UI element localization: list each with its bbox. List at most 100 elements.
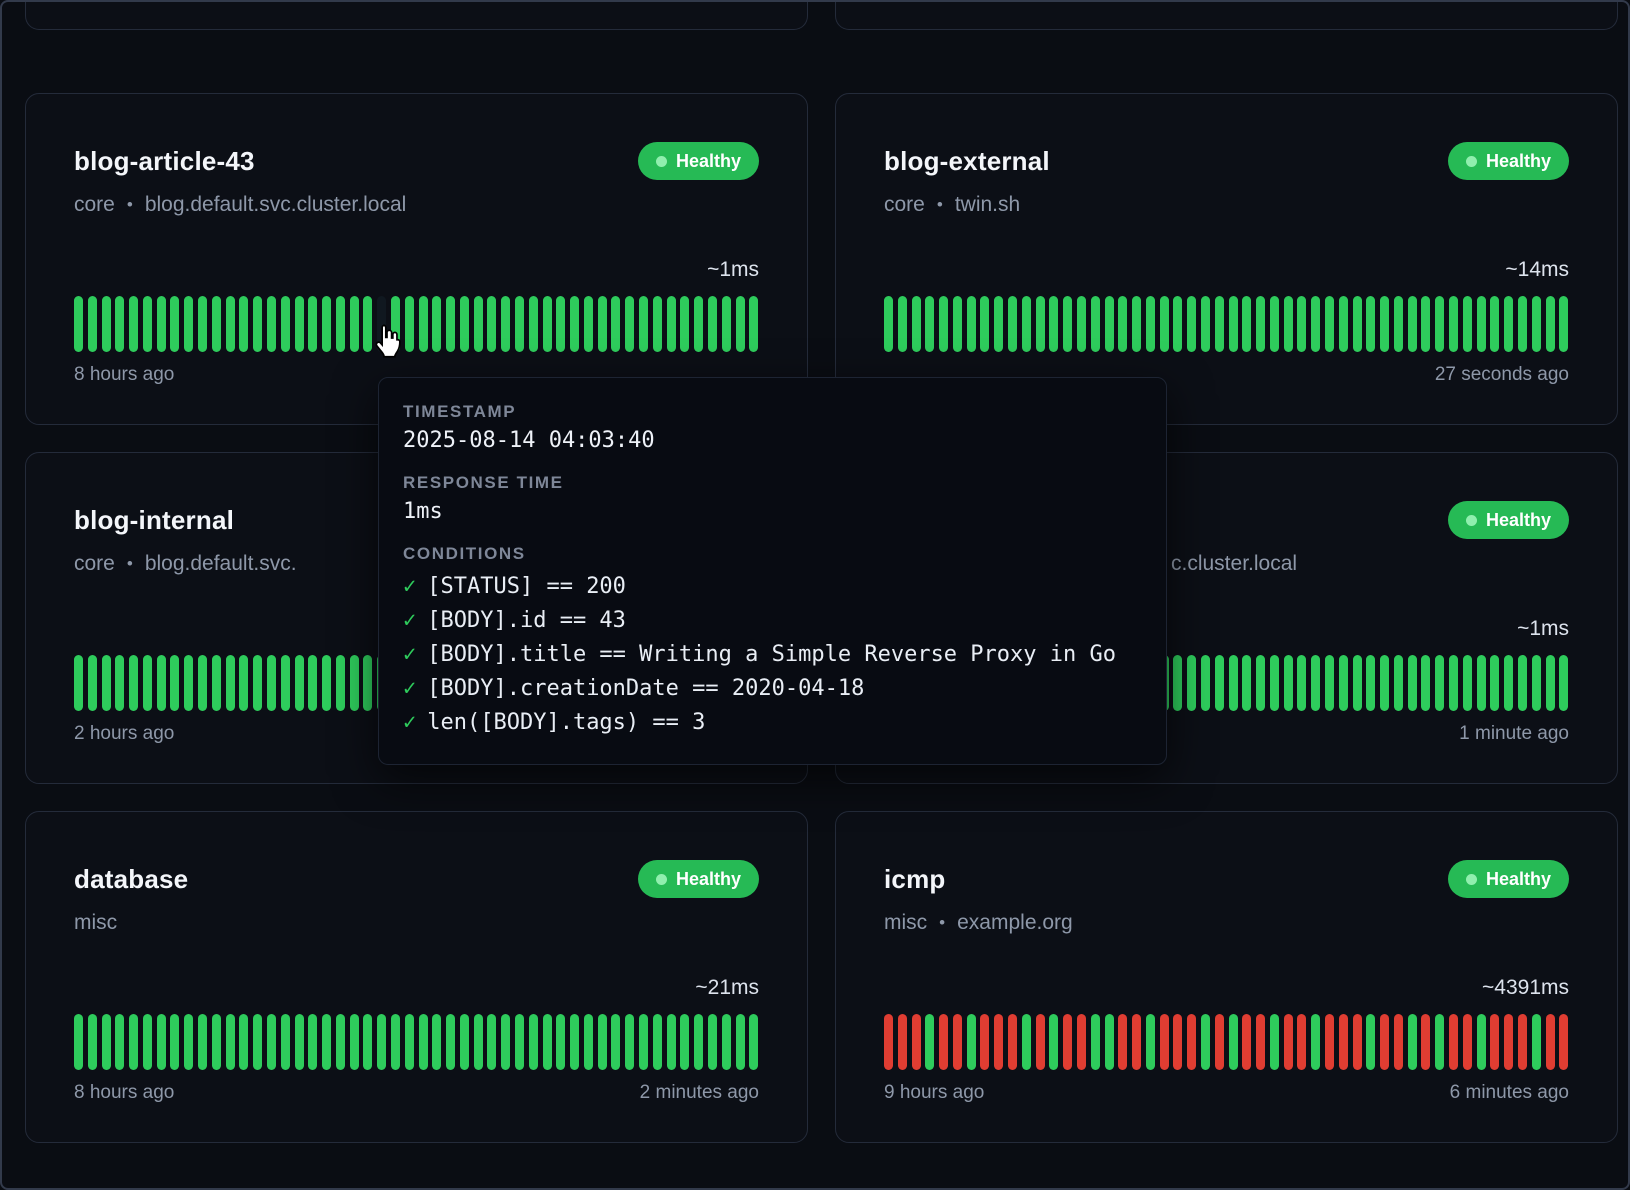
uptime-bar[interactable]: [736, 296, 745, 352]
uptime-bar[interactable]: [1380, 1014, 1389, 1070]
uptime-bar[interactable]: [88, 655, 97, 711]
uptime-bar[interactable]: [749, 296, 758, 352]
uptime-bar[interactable]: [129, 655, 138, 711]
uptime-bar[interactable]: [198, 296, 207, 352]
uptime-bar[interactable]: [570, 296, 579, 352]
uptime-bar[interactable]: [487, 1014, 496, 1070]
uptime-bar[interactable]: [953, 296, 962, 352]
uptime-bar[interactable]: [1215, 655, 1224, 711]
uptime-bar[interactable]: [1256, 1014, 1265, 1070]
uptime-bar[interactable]: [736, 1014, 745, 1070]
uptime-bar[interactable]: [1105, 1014, 1114, 1070]
uptime-bar[interactable]: [460, 1014, 469, 1070]
uptime-bar[interactable]: [1091, 1014, 1100, 1070]
uptime-bar[interactable]: [515, 296, 524, 352]
uptime-bar[interactable]: [584, 1014, 593, 1070]
uptime-bar[interactable]: [1546, 655, 1555, 711]
uptime-bar[interactable]: [1284, 1014, 1293, 1070]
uptime-bar[interactable]: [884, 296, 893, 352]
uptime-bar[interactable]: [405, 296, 414, 352]
uptime-bar[interactable]: [1270, 296, 1279, 352]
uptime-bar[interactable]: [184, 1014, 193, 1070]
uptime-bar[interactable]: [363, 655, 372, 711]
uptime-bar[interactable]: [1518, 655, 1527, 711]
uptime-bar[interactable]: [722, 296, 731, 352]
uptime-bar[interactable]: [419, 296, 428, 352]
uptime-bar[interactable]: [925, 1014, 934, 1070]
uptime-bar[interactable]: [1532, 296, 1541, 352]
uptime-bar[interactable]: [350, 1014, 359, 1070]
uptime-bar[interactable]: [1297, 1014, 1306, 1070]
partial-endpoint-card[interactable]: [835, 0, 1618, 30]
uptime-bar[interactable]: [143, 1014, 152, 1070]
uptime-bar[interactable]: [239, 296, 248, 352]
uptime-bar[interactable]: [625, 1014, 634, 1070]
uptime-bar[interactable]: [1353, 296, 1362, 352]
uptime-bar[interactable]: [1118, 296, 1127, 352]
uptime-bar[interactable]: [184, 655, 193, 711]
uptime-bar[interactable]: [898, 296, 907, 352]
uptime-bar[interactable]: [1049, 1014, 1058, 1070]
partial-endpoint-card[interactable]: [25, 0, 808, 30]
endpoint-card[interactable]: blog-article-43 Healthy core • blog.defa…: [25, 93, 808, 425]
uptime-bar[interactable]: [1546, 296, 1555, 352]
uptime-bar[interactable]: [1270, 655, 1279, 711]
uptime-bar[interactable]: [1408, 1014, 1417, 1070]
uptime-bar[interactable]: [295, 296, 304, 352]
uptime-bar[interactable]: [1408, 296, 1417, 352]
uptime-bar[interactable]: [1435, 1014, 1444, 1070]
uptime-bar[interactable]: [239, 655, 248, 711]
uptime-bar[interactable]: [267, 655, 276, 711]
uptime-bar[interactable]: [1201, 1014, 1210, 1070]
uptime-bar[interactable]: [102, 1014, 111, 1070]
uptime-bar[interactable]: [1394, 296, 1403, 352]
uptime-bar[interactable]: [212, 655, 221, 711]
uptime-bar[interactable]: [1366, 296, 1375, 352]
uptime-bar[interactable]: [1132, 1014, 1141, 1070]
uptime-bar[interactable]: [170, 296, 179, 352]
endpoint-card[interactable]: blog-external Healthy core • twin.sh ~14…: [835, 93, 1618, 425]
uptime-bar[interactable]: [212, 1014, 221, 1070]
uptime-bar[interactable]: [1490, 1014, 1499, 1070]
uptime-bar[interactable]: [322, 1014, 331, 1070]
uptime-bar[interactable]: [184, 296, 193, 352]
uptime-bar[interactable]: [432, 296, 441, 352]
uptime-bar[interactable]: [281, 1014, 290, 1070]
uptime-bar[interactable]: [1408, 655, 1417, 711]
uptime-bar[interactable]: [543, 296, 552, 352]
uptime-bar[interactable]: [994, 1014, 1003, 1070]
uptime-bar[interactable]: [1366, 655, 1375, 711]
uptime-bar[interactable]: [1173, 296, 1182, 352]
uptime-bar[interactable]: [226, 296, 235, 352]
uptime-bar[interactable]: [1022, 296, 1031, 352]
uptime-bar[interactable]: [1311, 296, 1320, 352]
uptime-bar[interactable]: [953, 1014, 962, 1070]
uptime-bar[interactable]: [1187, 655, 1196, 711]
uptime-bar[interactable]: [1353, 1014, 1362, 1070]
uptime-bar[interactable]: [1201, 296, 1210, 352]
uptime-bar[interactable]: [295, 1014, 304, 1070]
uptime-bar[interactable]: [1339, 1014, 1348, 1070]
uptime-bar[interactable]: [336, 655, 345, 711]
uptime-bar[interactable]: [1421, 296, 1430, 352]
uptime-bar[interactable]: [267, 1014, 276, 1070]
endpoint-card[interactable]: icmp Healthy misc • example.org ~4391ms …: [835, 811, 1618, 1143]
uptime-bar[interactable]: [143, 655, 152, 711]
uptime-bar[interactable]: [1477, 655, 1486, 711]
uptime-bar[interactable]: [157, 1014, 166, 1070]
uptime-bar[interactable]: [625, 296, 634, 352]
uptime-bar[interactable]: [239, 1014, 248, 1070]
uptime-bar[interactable]: [1036, 1014, 1045, 1070]
uptime-bar[interactable]: [322, 296, 331, 352]
uptime-bar[interactable]: [543, 1014, 552, 1070]
uptime-bar[interactable]: [694, 1014, 703, 1070]
uptime-bar[interactable]: [1229, 655, 1238, 711]
uptime-bar[interactable]: [667, 296, 676, 352]
uptime-bar[interactable]: [653, 1014, 662, 1070]
uptime-bar[interactable]: [1187, 1014, 1196, 1070]
uptime-bar[interactable]: [667, 1014, 676, 1070]
uptime-bar[interactable]: [708, 1014, 717, 1070]
uptime-bar[interactable]: [1036, 296, 1045, 352]
uptime-bar[interactable]: [1297, 655, 1306, 711]
uptime-bar[interactable]: [446, 1014, 455, 1070]
